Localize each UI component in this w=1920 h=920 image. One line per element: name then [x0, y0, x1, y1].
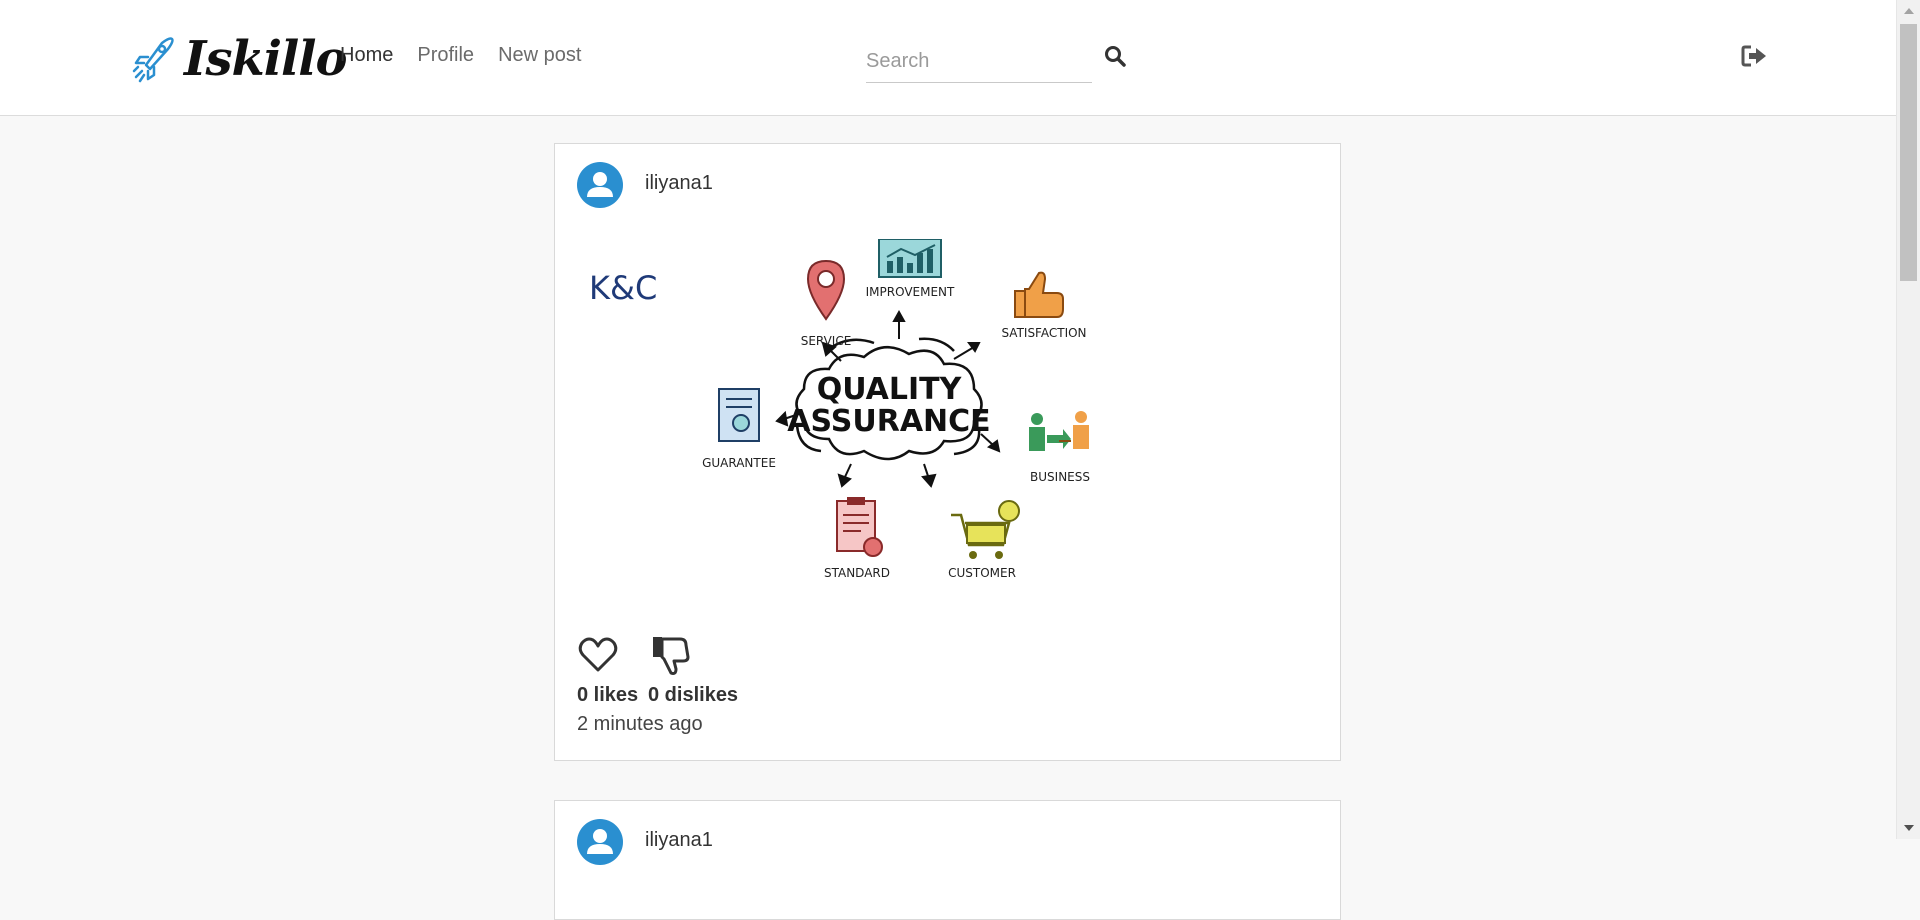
dislikes-count: 0 dislikes — [648, 684, 739, 706]
brand-logo-link[interactable]: Iskillo — [132, 30, 347, 88]
standard-clipboard-icon — [836, 497, 883, 557]
post-card: iliyana1 K&C QUALITY ASSURANCE SERVICE I… — [554, 143, 1341, 761]
top-navbar: Iskillo Home Profile New post — [0, 0, 1896, 116]
label-customer: CUSTOMER — [948, 566, 1016, 580]
scroll-up-arrow[interactable] — [1904, 8, 1914, 14]
search-field — [866, 40, 1092, 83]
nav-link-new-post[interactable]: New post — [498, 44, 581, 67]
guarantee-certificate-icon — [718, 388, 760, 442]
heart-outline-icon[interactable] — [577, 634, 619, 676]
nav-link-home[interactable]: Home — [340, 44, 393, 67]
nav-link-profile[interactable]: Profile — [417, 44, 474, 67]
label-guarantee: GUARANTEE — [702, 456, 776, 470]
post-author-username[interactable]: iliyana1 — [645, 172, 713, 195]
main-nav: Home Profile New post — [340, 44, 581, 67]
service-pin-icon — [806, 259, 846, 321]
post-timestamp: 2 minutes ago — [577, 713, 703, 735]
image-title-line2: ASSURANCE — [787, 404, 990, 439]
image-corner-text: K&C — [589, 269, 657, 307]
customer-cart-icon — [951, 500, 1020, 559]
rocket-icon — [132, 37, 174, 83]
post-image: K&C QUALITY ASSURANCE SERVICE IMPROVEMEN… — [589, 239, 1090, 580]
label-satisfaction: SATISFACTION — [1001, 326, 1086, 340]
user-avatar-icon[interactable] — [577, 162, 623, 208]
page-scrollbar[interactable] — [1896, 0, 1920, 839]
sign-out-icon[interactable] — [1740, 42, 1768, 70]
user-avatar-icon[interactable] — [577, 819, 623, 865]
business-people-icon — [1029, 411, 1089, 451]
label-standard: STANDARD — [824, 566, 890, 580]
thumbs-down-icon[interactable] — [650, 633, 692, 677]
scroll-thumb[interactable] — [1900, 24, 1917, 281]
label-business: BUSINESS — [1030, 470, 1090, 484]
label-service: SERVICE — [801, 334, 852, 348]
label-improvement: IMPROVEMENT — [866, 285, 955, 299]
search-input[interactable] — [866, 40, 1092, 82]
post-author-username[interactable]: iliyana1 — [645, 829, 713, 852]
search-icon[interactable] — [1103, 44, 1127, 68]
scroll-down-arrow[interactable] — [1904, 825, 1914, 831]
likes-count: 0 likes — [577, 684, 639, 706]
improvement-chart-icon — [878, 239, 942, 278]
image-title-line1: QUALITY — [817, 372, 963, 407]
satisfaction-thumbs-up-icon — [1014, 271, 1064, 318]
post-card: iliyana1 — [554, 800, 1341, 920]
brand-name: Iskillo — [184, 31, 347, 87]
